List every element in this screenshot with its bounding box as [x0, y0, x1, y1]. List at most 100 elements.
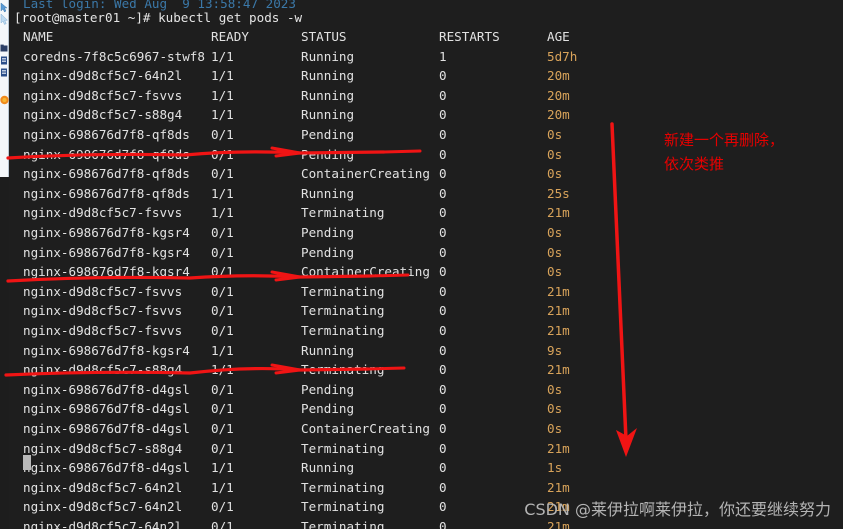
cell-age: 21m	[547, 283, 570, 299]
cell-age: 0s	[547, 127, 563, 142]
table-row: nginx-d9d8cf5c7-fsvvs 1/1 Terminating 0 21m	[23, 203, 570, 223]
csdn-watermark: CSDN @莱伊拉啊莱伊拉，你还要继续努力	[524, 500, 831, 519]
cell-pod-name: nginx-698676d7f8-kgsr4	[23, 225, 190, 240]
terminal-screenshot: Last login: Wed Aug 9 13:58:47 2023 [roo…	[0, 0, 843, 529]
cell-ready: 1/1	[211, 205, 234, 221]
header-status: STATUS	[301, 29, 347, 44]
cell-age: 21m	[547, 440, 570, 456]
table-row: nginx-d9d8cf5c7-64n2l 1/1 Running 0 20m	[23, 66, 570, 86]
cell-pod-name: nginx-698676d7f8-qf8ds	[23, 185, 190, 201]
cell-age: 20m	[547, 87, 570, 103]
cell-restarts: 0	[439, 323, 447, 338]
cell-ready: 1/1	[211, 68, 234, 84]
cell-ready: 0/1	[211, 166, 234, 182]
cell-pod-name: nginx-d9d8cf5c7-64n2l	[23, 68, 183, 84]
cell-restarts: 0	[439, 264, 447, 280]
cell-age: 5d7h	[547, 48, 578, 64]
table-row: nginx-d9d8cf5c7-fsvvs 0/1 Terminating 0 21m	[23, 321, 570, 341]
cell-status: Running	[301, 87, 355, 103]
cell-pod-name: nginx-698676d7f8-d4gsl	[23, 421, 190, 436]
cell-restarts: 1	[439, 48, 447, 64]
table-row: nginx-698676d7f8-qf8ds 1/1 Running 0 25s	[23, 184, 570, 204]
cell-ready: 0/1	[211, 303, 234, 319]
table-row: nginx-d9d8cf5c7-64n2l 0/1 Terminating 0 21m	[23, 517, 570, 529]
cell-pod-name: nginx-d9d8cf5c7-s88g4	[23, 107, 183, 123]
cell-ready: 1/1	[211, 342, 234, 358]
header-ready: READY	[211, 29, 249, 44]
document-icon	[0, 56, 9, 67]
desktop-sidebar-strip	[0, 0, 9, 177]
folder-icon	[0, 44, 9, 55]
table-row: nginx-d9d8cf5c7-fsvvs 0/1 Terminating 0 21m	[23, 282, 570, 302]
cell-status: ContainerCreating	[301, 166, 430, 182]
cell-restarts: 0	[439, 362, 447, 378]
cell-ready: 1/1	[211, 48, 234, 64]
terminal-window[interactable]: Last login: Wed Aug 9 13:58:47 2023 [roo…	[9, 0, 843, 529]
table-row: nginx-d9d8cf5c7-64n2l 1/1 Terminating 0 21m	[23, 478, 570, 498]
cell-ready: 1/1	[211, 460, 234, 476]
cell-status: Running	[301, 460, 355, 476]
cell-restarts: 0	[439, 401, 447, 417]
cell-restarts: 0	[439, 205, 447, 221]
cell-age: 0s	[547, 146, 563, 162]
cell-pod-name: nginx-698676d7f8-d4gsl	[23, 401, 190, 417]
cell-status: Terminating	[301, 283, 385, 299]
table-row: nginx-698676d7f8-d4gsl 1/1 Running 0 1s	[23, 458, 562, 478]
cell-age: 1s	[547, 460, 563, 476]
table-row: nginx-698676d7f8-qf8ds 0/1 Pending 0 0s	[23, 145, 562, 165]
cell-status: Terminating	[301, 362, 385, 378]
cell-ready: 1/1	[211, 185, 234, 201]
cell-status: Terminating	[301, 323, 385, 338]
cell-status: Pending	[301, 244, 355, 260]
command-line: [root@master01 ~]# kubectl get pods -w	[14, 8, 302, 28]
table-row: nginx-d9d8cf5c7-64n2l 0/1 Terminating 0 21m	[23, 497, 570, 517]
cell-status: Terminating	[301, 205, 385, 221]
table-row: nginx-d9d8cf5c7-s88g4 1/1 Running 0 20m	[23, 105, 570, 125]
cell-restarts: 0	[439, 381, 447, 397]
cell-pod-name: nginx-d9d8cf5c7-fsvvs	[23, 87, 183, 103]
cell-ready: 0/1	[211, 244, 234, 260]
document-icon	[0, 68, 9, 79]
cell-age: 0s	[547, 401, 563, 417]
cell-ready: 0/1	[211, 519, 234, 529]
cell-restarts: 0	[439, 107, 447, 123]
cell-restarts: 0	[439, 225, 447, 240]
cell-ready: 0/1	[211, 421, 234, 436]
cell-pod-name: nginx-d9d8cf5c7-64n2l	[23, 499, 183, 515]
cell-age: 21m	[547, 479, 570, 495]
cell-age: 0s	[547, 166, 563, 182]
header-name: NAME	[23, 29, 54, 44]
cell-age: 25s	[547, 185, 570, 201]
cell-restarts: 0	[439, 342, 447, 358]
cell-age: 20m	[547, 107, 570, 123]
cell-status: Pending	[301, 146, 355, 162]
cell-pod-name: nginx-d9d8cf5c7-fsvvs	[23, 283, 183, 299]
sidebar-strip-shadow	[0, 177, 9, 529]
cell-pod-name: nginx-698676d7f8-d4gsl	[23, 381, 190, 397]
cell-ready: 0/1	[211, 146, 234, 162]
cell-pod-name: nginx-698676d7f8-qf8ds	[23, 146, 190, 162]
table-row: nginx-698676d7f8-d4gsl 0/1 Pending 0 0s	[23, 399, 562, 419]
table-row: nginx-d9d8cf5c7-fsvvs 1/1 Running 0 20m	[23, 86, 570, 106]
cell-restarts: 0	[439, 440, 447, 456]
cell-pod-name: nginx-698676d7f8-qf8ds	[23, 127, 190, 142]
table-row: nginx-698676d7f8-kgsr4 0/1 ContainerCreati…	[23, 262, 562, 282]
cell-status: Terminating	[301, 519, 385, 529]
cell-pod-name: nginx-698676d7f8-kgsr4	[23, 342, 190, 358]
cell-status: Pending	[301, 401, 355, 417]
cell-restarts: 0	[439, 460, 447, 476]
table-row: nginx-d9d8cf5c7-s88g4 1/1 Terminating 0 21m	[23, 360, 570, 380]
cell-pod-name: nginx-698676d7f8-kgsr4	[23, 244, 190, 260]
cell-pod-name: nginx-d9d8cf5c7-fsvvs	[23, 323, 183, 338]
cell-pod-name: nginx-d9d8cf5c7-s88g4	[23, 440, 183, 456]
cell-status: Running	[301, 68, 355, 84]
cell-ready: 0/1	[211, 283, 234, 299]
cell-ready: 0/1	[211, 440, 234, 456]
cell-status: Pending	[301, 127, 355, 142]
cell-age: 0s	[547, 381, 563, 397]
cell-status: Terminating	[301, 440, 385, 456]
cell-age: 21m	[547, 362, 570, 378]
cell-ready: 1/1	[211, 479, 234, 495]
cell-restarts: 0	[439, 127, 447, 142]
table-row: nginx-698676d7f8-kgsr4 0/1 Pending 0 0s	[23, 223, 562, 243]
